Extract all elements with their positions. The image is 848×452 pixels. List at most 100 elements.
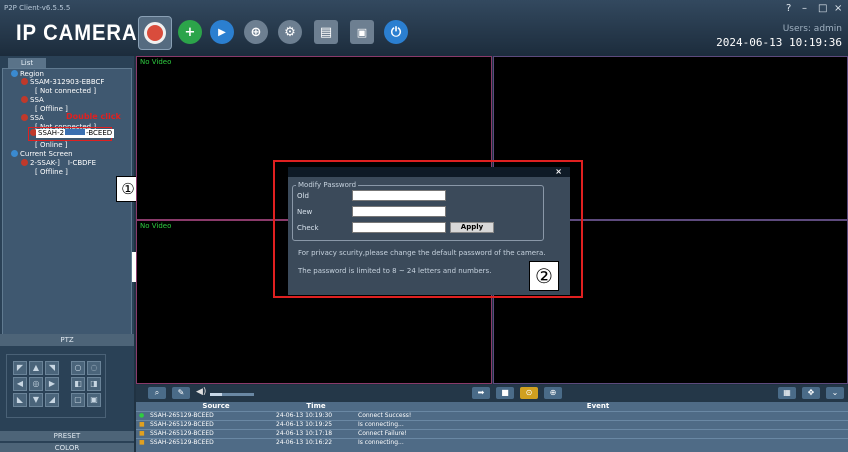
collapse-log-button[interactable]: ⌄ (826, 387, 844, 399)
old-password-input[interactable] (352, 190, 446, 201)
tree-node-device[interactable]: SSAM-312903-EBBCF (21, 78, 104, 87)
full-screen-button[interactable]: ✥ (802, 387, 820, 399)
mic-button[interactable]: ✎ (172, 387, 190, 399)
check-password-label: Check (297, 224, 319, 232)
talk-button[interactable]: ⊙ (520, 387, 538, 399)
tab-list[interactable]: List (8, 58, 46, 68)
camera-icon (21, 159, 28, 166)
zoom-in-button[interactable]: ◌ (87, 361, 101, 375)
ptz-header[interactable]: PTZ (0, 334, 134, 346)
users-label: Users: admin (782, 24, 842, 34)
new-password-input[interactable] (352, 206, 446, 217)
snapshot-button[interactable]: ■ (496, 387, 514, 399)
device-status: [ Not connected ] (35, 87, 97, 95)
dialog-close-button[interactable]: × (555, 167, 562, 176)
redaction-mark (65, 129, 86, 135)
tree-node-device[interactable]: SSA (21, 114, 44, 123)
microphone-icon: ✎ (177, 388, 185, 397)
target-icon: ⊙ (525, 388, 533, 397)
add-device-button[interactable]: + (178, 20, 202, 44)
group-title: Modify Password (296, 181, 359, 189)
tree-node-selected-device[interactable]: SSAH-2 -BCEED (36, 129, 115, 138)
zoom-out-button[interactable]: ○ (71, 361, 85, 375)
ptz-down-button[interactable]: ▼ (29, 393, 43, 407)
preset-header[interactable]: PRESET (0, 431, 134, 441)
ptz-down-left-button[interactable]: ◣ (13, 393, 27, 407)
iris-open-button[interactable]: ▣ (87, 393, 101, 407)
log-event: Connect Failure! (358, 430, 407, 437)
status-icon: ● (139, 412, 145, 419)
globe-icon (11, 70, 18, 77)
log-document-icon: ▤ (319, 24, 333, 40)
log-time: 24-06-13 10:19:25 (276, 421, 333, 428)
new-password-label: New (297, 208, 313, 216)
record-button[interactable]: ➡ (472, 387, 490, 399)
help-button[interactable]: ? (786, 3, 791, 14)
search-button[interactable]: ⌕ (148, 387, 166, 399)
lock-icon: ▣ (356, 25, 368, 39)
color-header[interactable]: COLOR (0, 443, 134, 452)
tree-node-device[interactable]: SSA (21, 96, 44, 105)
tree-node-device[interactable]: 2-SSAK-] I-CBDFE (21, 159, 96, 168)
log-event: Is connecting... (358, 439, 404, 446)
settings-button[interactable]: ⚙ (278, 20, 302, 44)
check-password-input[interactable] (352, 222, 446, 233)
playback-icon: ▶ (218, 26, 226, 38)
version-label: P2P Client-v6.5.5.5 (4, 4, 71, 12)
ptz-center-button[interactable]: ◎ (29, 377, 43, 391)
clock-display: 2024-06-13 10:19:36 (716, 36, 842, 49)
log-button[interactable]: ▤ (314, 20, 338, 44)
maximize-button[interactable]: □ (818, 3, 827, 14)
power-button[interactable]: ⏻ (384, 20, 408, 44)
event-log: Source Time Event ● SSAH-265129-BCEED 24… (136, 402, 848, 452)
log-event: Connect Success! (358, 412, 412, 419)
ptz-up-button[interactable]: ▲ (29, 361, 43, 375)
expand-icon: ✥ (807, 388, 815, 397)
fullscreen-target-button[interactable]: ⊕ (544, 387, 562, 399)
ptz-control-pad: ◤ ▲ ◥ ◀ ◎ ▶ ◣ ▼ ◢ ○ ◌ ◧ ◨ ▢ ▣ (6, 354, 106, 418)
ptz-up-left-button[interactable]: ◤ (13, 361, 27, 375)
record-icon: ➡ (477, 388, 485, 397)
globe-icon (11, 150, 18, 157)
ptz-button[interactable]: ⊕ (244, 20, 268, 44)
camera-preview-button[interactable] (138, 16, 172, 50)
step-2-annotation: ② (529, 261, 559, 291)
playback-button[interactable]: ▶ (210, 20, 234, 44)
video-status-label: No Video (140, 222, 172, 230)
device-tree: Region SSAM-312903-EBBCF [ Not connected… (2, 68, 132, 336)
layout-grid-button[interactable]: ▦ (778, 387, 796, 399)
add-device-icon: + (184, 24, 196, 40)
lock-button[interactable]: ▣ (350, 20, 374, 44)
minimize-button[interactable]: – (802, 3, 807, 14)
close-button[interactable]: × (834, 3, 842, 14)
log-header-source: Source (202, 402, 230, 410)
table-row[interactable]: ● SSAH-265129-BCEED 24-06-13 10:19:30 Co… (136, 411, 848, 419)
focus-near-button[interactable]: ◧ (71, 377, 85, 391)
log-time: 24-06-13 10:17:18 (276, 430, 333, 437)
ptz-up-right-button[interactable]: ◥ (45, 361, 59, 375)
camera-preview-icon (144, 22, 166, 44)
status-icon: ■ (139, 421, 145, 428)
ptz-wheel-icon: ⊕ (250, 24, 262, 40)
table-row[interactable]: ■ SSAH-265129-BCEED 24-06-13 10:19:25 Is… (136, 420, 848, 428)
log-source: SSAH-265129-BCEED (150, 412, 214, 419)
iris-close-button[interactable]: ▢ (71, 393, 85, 407)
device-status: [ Offline ] (35, 168, 68, 176)
log-header-time: Time (306, 402, 326, 410)
password-length-note: The password is limited to 8 ~ 24 letter… (298, 267, 492, 275)
ptz-left-button[interactable]: ◀ (13, 377, 27, 391)
ptz-right-button[interactable]: ▶ (45, 377, 59, 391)
apply-button[interactable]: Apply (450, 222, 494, 233)
log-source: SSAH-265129-BCEED (150, 430, 214, 437)
table-row[interactable]: ■ SSAH-265129-BCEED 24-06-13 10:17:18 Co… (136, 429, 848, 437)
ptz-down-right-button[interactable]: ◢ (45, 393, 59, 407)
chevron-down-icon: ⌄ (831, 388, 839, 397)
focus-far-button[interactable]: ◨ (87, 377, 101, 391)
settings-gear-icon: ⚙ (284, 24, 296, 40)
camera-icon (21, 78, 28, 85)
log-source: SSAH-265129-BCEED (150, 439, 214, 446)
tree-node-current-screen[interactable]: Current Screen (11, 150, 73, 159)
log-time: 24-06-13 10:16:22 (276, 439, 333, 446)
table-row[interactable]: ■ SSAH-265129-BCEED 24-06-13 10:16:22 Is… (136, 438, 848, 446)
dialog-title-bar: × (288, 167, 570, 177)
